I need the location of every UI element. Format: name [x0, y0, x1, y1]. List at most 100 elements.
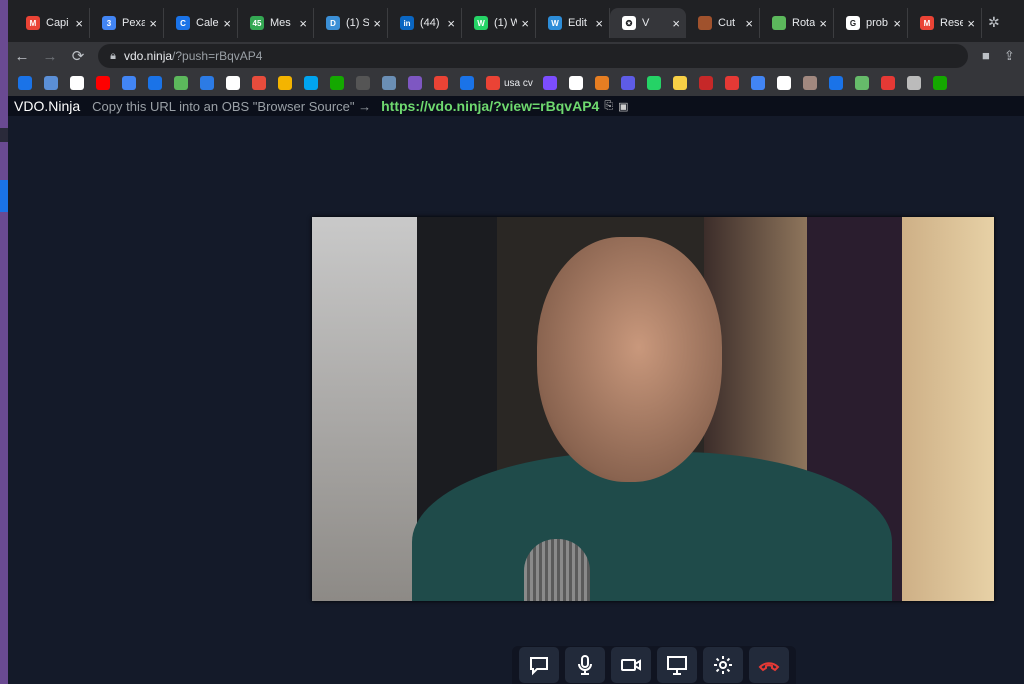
close-tab-icon[interactable]: ×	[893, 16, 901, 31]
bookmark-icon[interactable]	[594, 76, 609, 90]
bookmark-icon[interactable]	[96, 76, 110, 90]
bookmark-icon[interactable]	[802, 76, 817, 90]
bookmark-icon[interactable]	[148, 76, 162, 90]
bookmark-icon[interactable]	[18, 76, 32, 90]
bookmark-icon[interactable]	[880, 76, 895, 90]
back-arrow-icon[interactable]: ←	[8, 48, 36, 65]
bookmark-icon[interactable]	[698, 76, 713, 90]
bookmark-icon[interactable]	[382, 76, 396, 90]
close-tab-icon[interactable]: ×	[595, 16, 603, 31]
close-tab-icon[interactable]: ×	[299, 16, 307, 31]
tab-favicon-icon: G	[846, 16, 860, 30]
camera-preview	[312, 217, 994, 601]
close-tab-icon[interactable]: ×	[373, 16, 381, 31]
close-tab-icon[interactable]: ×	[447, 16, 455, 31]
bookmark-icon[interactable]	[620, 76, 635, 90]
background-window-fragment	[0, 180, 8, 212]
tab-strip: M Capi × 3 Pexa × C Cale × 45 Mes × D (1) S × in (44) × W(…	[8, 0, 1024, 42]
bookmark-icon[interactable]	[932, 76, 947, 90]
bookmark-icon[interactable]	[906, 76, 921, 90]
vdo-brand: VDO.Ninja	[14, 98, 81, 114]
bookmark-icon[interactable]	[200, 76, 214, 90]
bookmark-icon[interactable]	[646, 76, 661, 90]
chat-button[interactable]	[519, 647, 559, 683]
screenshare-button[interactable]	[657, 647, 697, 683]
tab-favicon-icon: 3	[102, 16, 116, 30]
bookmark-icon[interactable]	[70, 76, 84, 90]
bookmark-icon[interactable]	[854, 76, 869, 90]
tab-0[interactable]: M Capi ×	[14, 8, 90, 38]
tab-2[interactable]: C Cale ×	[164, 8, 238, 38]
close-tab-icon[interactable]: ×	[672, 16, 680, 31]
bookmark-icon[interactable]	[356, 76, 370, 90]
bookmark-icon[interactable]	[724, 76, 739, 90]
browser-window: M Capi × 3 Pexa × C Cale × 45 Mes × D (1) S × in (44) × W(…	[8, 0, 1024, 97]
gear-icon	[714, 656, 732, 674]
chat-icon	[530, 657, 548, 676]
close-tab-icon[interactable]: ×	[967, 16, 975, 31]
tab-title: (44)	[420, 17, 440, 29]
tab-11[interactable]: Gprob ×	[834, 8, 908, 38]
save-icon[interactable]: ▣	[618, 100, 628, 113]
tab-3[interactable]: 45 Mes ×	[238, 8, 314, 38]
hangup-button[interactable]	[749, 647, 789, 683]
bookmark-icon[interactable]	[434, 76, 448, 90]
bookmark-icon[interactable]	[542, 76, 557, 90]
bookmark-icon[interactable]	[486, 76, 500, 90]
tab-favicon-icon: D	[326, 16, 340, 30]
tab-5[interactable]: in (44) ×	[388, 8, 462, 38]
microphone-icon	[578, 655, 592, 675]
copy-link-icon[interactable]: ⎘	[604, 100, 613, 113]
bookmark-icon[interactable]	[460, 76, 474, 90]
camera-icon	[621, 659, 641, 671]
bookmark-icon[interactable]	[122, 76, 136, 90]
vdo-header: VDO.Ninja Copy this URL into an OBS "Bro…	[8, 96, 1024, 116]
tab-title: Cale	[196, 17, 219, 29]
bookmark-label[interactable]: usa cv	[504, 78, 533, 89]
bookmark-icon[interactable]	[672, 76, 687, 90]
bookmark-icon[interactable]	[750, 76, 765, 90]
tab-favicon-icon	[772, 16, 786, 30]
camera-button[interactable]	[611, 647, 651, 683]
tab-10[interactable]: Rota ×	[760, 8, 834, 38]
settings-button[interactable]	[703, 647, 743, 683]
close-tab-icon[interactable]: ×	[75, 16, 83, 31]
close-tab-icon[interactable]: ×	[149, 16, 157, 31]
toolbar: ← → ⟳ 🔒︎ vdo.ninja/?push=rBqvAP4 ■ ⇪	[8, 42, 1024, 70]
bookmark-icon[interactable]	[568, 76, 583, 90]
tab-title: V	[642, 17, 650, 29]
tab-1[interactable]: 3 Pexa ×	[90, 8, 164, 38]
view-link[interactable]: https://vdo.ninja/?view=rBqvAP4	[381, 98, 599, 114]
bookmark-icon[interactable]	[252, 76, 266, 90]
tab-title: Mes	[270, 17, 291, 29]
camera-indicator-icon[interactable]: ■	[982, 48, 990, 64]
tab-7[interactable]: W Edit ×	[536, 8, 610, 38]
tab-6[interactable]: W (1) W ×	[462, 8, 536, 38]
close-tab-icon[interactable]: ×	[223, 16, 231, 31]
bookmark-icon[interactable]	[174, 76, 188, 90]
bookmark-icon[interactable]	[330, 76, 344, 90]
bookmark-icon[interactable]	[278, 76, 292, 90]
reload-icon[interactable]: ⟳	[64, 47, 92, 65]
close-tab-icon[interactable]: ×	[745, 16, 753, 31]
extension-icon[interactable]: ✲	[988, 14, 1000, 31]
tab-4[interactable]: D (1) S ×	[314, 8, 388, 38]
close-tab-icon[interactable]: ×	[521, 16, 529, 31]
bookmark-icon[interactable]	[304, 76, 318, 90]
tab-8[interactable]: ✪ V ×	[610, 8, 686, 38]
bookmark-icon[interactable]	[828, 76, 843, 90]
close-tab-icon[interactable]: ×	[819, 16, 827, 31]
tab-favicon-icon: 45	[250, 16, 264, 30]
bookmark-icon[interactable]	[226, 76, 240, 90]
tab-9[interactable]: Cut ×	[686, 8, 760, 38]
bookmark-icon[interactable]	[776, 76, 791, 90]
microphone-button[interactable]	[565, 647, 605, 683]
share-icon[interactable]: ⇪	[1004, 48, 1015, 64]
bookmark-icon[interactable]	[408, 76, 422, 90]
lock-icon[interactable]: 🔒︎	[102, 50, 124, 63]
forward-arrow-icon[interactable]: →	[36, 48, 64, 65]
bookmark-icon[interactable]	[44, 76, 58, 90]
address-bar[interactable]: 🔒︎ vdo.ninja/?push=rBqvAP4	[98, 44, 968, 68]
tab-12[interactable]: M Rese ×	[908, 8, 982, 38]
tab-favicon-icon: in	[400, 16, 414, 30]
